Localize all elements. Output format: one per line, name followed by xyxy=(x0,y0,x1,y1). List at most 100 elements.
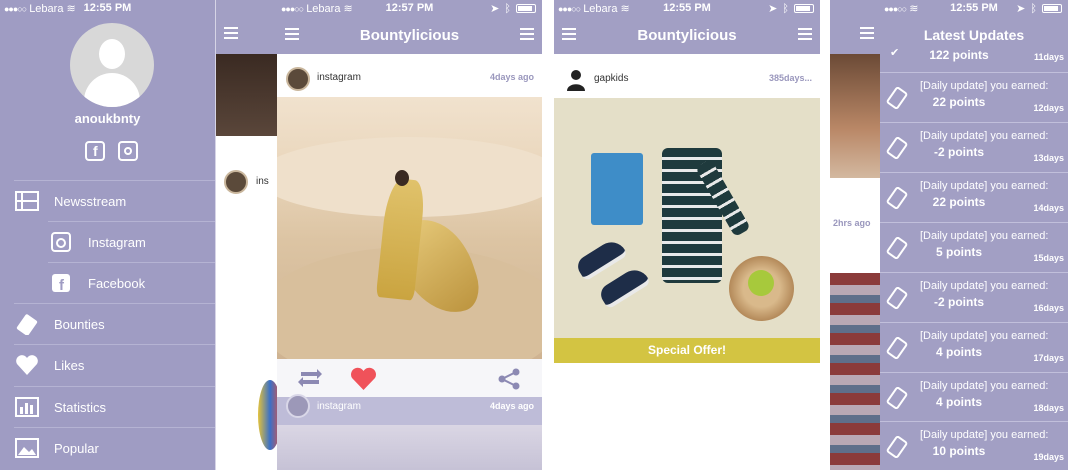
hamburger-icon[interactable] xyxy=(860,27,874,39)
menu-item-statistics[interactable]: Statistics xyxy=(14,386,215,427)
update-item[interactable]: [Daily update] you earned: 5 points 15da… xyxy=(880,222,1068,272)
location-icon: ➤ xyxy=(768,3,778,15)
menu-screen: ●●●○○ Lebara ≋ 12:55 PM anoukbnty f Newsst… xyxy=(0,0,277,470)
peek-navbar xyxy=(216,0,277,54)
post-header[interactable]: instagram 4days ago xyxy=(277,394,542,425)
update-age: 14days xyxy=(1033,203,1064,213)
apple-shape xyxy=(748,270,774,296)
ticket-icon xyxy=(886,186,908,210)
feed-peek[interactable]: ins xyxy=(215,0,277,470)
post-photo[interactable] xyxy=(277,425,542,470)
peek-photo xyxy=(830,54,880,178)
ticket-icon xyxy=(886,86,908,110)
figure-head xyxy=(395,170,409,186)
offer-photo[interactable] xyxy=(554,98,820,338)
update-item[interactable]: ✔ 122 points 11days xyxy=(880,46,1068,66)
navbar: Bountylicious xyxy=(277,18,542,54)
special-offer-banner[interactable]: Special Offer! xyxy=(554,338,820,363)
menu-item-bounties[interactable]: Bounties xyxy=(14,303,215,344)
facebook-icon: f xyxy=(48,272,74,294)
update-age: 17days xyxy=(1033,353,1064,363)
instagram-icon xyxy=(48,231,74,253)
clock: 12:55 PM xyxy=(83,2,132,14)
repost-icon[interactable] xyxy=(297,368,323,393)
ticket-icon xyxy=(886,386,908,410)
profile-avatar[interactable] xyxy=(70,23,154,107)
bluetooth-icon: ᛒ xyxy=(782,2,789,15)
ticket-icon xyxy=(886,286,908,310)
menu-item-popular[interactable]: Popular xyxy=(14,427,215,468)
update-item[interactable]: [Daily update] you earned: 10 points 19d… xyxy=(880,421,1068,470)
navbar: Bountylicious xyxy=(554,18,820,54)
update-item[interactable]: [Daily update] you earned: 22 points 14d… xyxy=(880,172,1068,222)
update-age: 12days xyxy=(1033,103,1064,113)
status-bar: ●●●○○ Lebara ≋ 12:57 PM ➤ ᛒ xyxy=(277,0,542,18)
facebook-icon[interactable]: f xyxy=(85,141,105,161)
avatar xyxy=(286,67,310,91)
update-text: [Daily update] you earned: xyxy=(920,330,1049,342)
bar-chart-icon xyxy=(14,396,40,418)
battery-icon xyxy=(516,4,536,13)
ticket-icon xyxy=(886,336,908,360)
post-photo[interactable] xyxy=(277,97,542,387)
location-icon: ➤ xyxy=(490,3,500,15)
like-heart-icon[interactable] xyxy=(350,367,377,396)
menu-item-facebook[interactable]: f Facebook xyxy=(48,262,215,303)
film-icon xyxy=(14,190,40,212)
feed-peek[interactable]: 2hrs ago xyxy=(830,0,880,470)
social-links: f xyxy=(85,141,138,161)
peek-balloon xyxy=(258,380,277,450)
side-menu: ●●●○○ Lebara ≋ 12:55 PM anoukbnty f Newsst… xyxy=(0,0,215,470)
update-item[interactable]: [Daily update] you earned: -2 points 13d… xyxy=(880,122,1068,172)
update-item[interactable]: [Daily update] you earned: -2 points 16d… xyxy=(880,272,1068,322)
menu-item-label: Instagram xyxy=(88,234,146,250)
menu-item-label: Newsstream xyxy=(54,193,127,209)
update-text: [Daily update] you earned: xyxy=(920,380,1049,392)
menu-item-label: Facebook xyxy=(88,275,146,291)
update-age: 15days xyxy=(1033,253,1064,263)
update-age: 13days xyxy=(1033,153,1064,163)
post-header[interactable]: gapkids 385days... xyxy=(554,62,820,98)
share-icon[interactable] xyxy=(497,368,521,395)
status-bar: ●●●○○ Lebara ≋ 12:55 PM ➤ ᛒ xyxy=(554,0,820,18)
update-text: [Daily update] you earned: xyxy=(920,429,1049,441)
image-icon xyxy=(14,437,40,459)
ticket-icon xyxy=(886,236,908,260)
menu-item-newsstream[interactable]: Newsstream xyxy=(14,180,215,221)
updates-screen: 2hrs ago ●●●○○ ≋ 12:55 PM ➤ ᛒ Latest Updat… xyxy=(830,0,1080,470)
update-age: 11days xyxy=(1033,52,1064,62)
username: anoukbnty xyxy=(74,111,141,126)
menu-item-likes[interactable]: Likes xyxy=(14,344,215,385)
post-time: 2hrs ago xyxy=(833,218,871,228)
menu-item-instagram[interactable]: Instagram xyxy=(48,221,215,262)
peek-photo xyxy=(830,273,880,470)
list-menu-icon[interactable] xyxy=(520,28,534,40)
update-text: [Daily update] you earned: xyxy=(920,280,1049,292)
update-age: 19days xyxy=(1033,452,1064,462)
update-item[interactable]: [Daily update] you earned: 22 points 12d… xyxy=(880,72,1068,122)
update-text: [Daily update] you earned: xyxy=(920,130,1049,142)
update-item[interactable]: [Daily update] you earned: 4 points 17da… xyxy=(880,322,1068,372)
post-time: 385days... xyxy=(768,73,812,83)
avatar xyxy=(286,394,310,418)
ticket-icon xyxy=(886,435,908,459)
instagram-icon[interactable] xyxy=(118,141,138,161)
post-actions xyxy=(277,359,542,397)
update-item[interactable]: [Daily update] you earned: 4 points 18da… xyxy=(880,372,1068,422)
bluetooth-icon: ᛒ xyxy=(1030,2,1037,15)
post-header[interactable]: instagram 4days ago xyxy=(277,61,542,97)
post-time: 4days ago xyxy=(489,401,534,411)
app-title: Bountylicious xyxy=(637,27,737,44)
shoe-shape xyxy=(596,264,652,310)
peek-photo xyxy=(216,54,277,136)
menu-item-label: Likes xyxy=(54,357,85,373)
status-bar: ●●●○○ ≋ 12:55 PM ➤ ᛒ xyxy=(880,0,1068,18)
update-text: [Daily update] you earned: xyxy=(920,230,1049,242)
feed-screen: ●●●○○ Lebara ≋ 12:57 PM ➤ ᛒ Bountylicious i… xyxy=(277,0,542,470)
app-title: Bountylicious xyxy=(359,27,460,44)
hamburger-icon[interactable] xyxy=(224,27,238,39)
post-time: 4days ago xyxy=(489,72,534,82)
ticket-icon xyxy=(886,136,908,160)
menu-item-label: Statistics xyxy=(54,399,107,415)
list-menu-icon[interactable] xyxy=(798,28,812,40)
